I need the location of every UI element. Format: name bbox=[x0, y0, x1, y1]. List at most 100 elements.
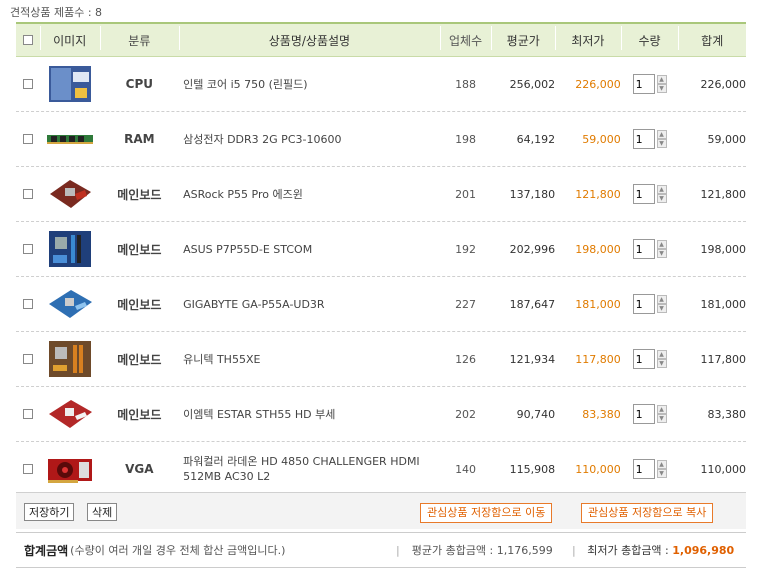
quantity-down-icon[interactable]: ▼ bbox=[656, 249, 667, 258]
row-min-price: 59,000 bbox=[582, 132, 621, 146]
row-product-name[interactable]: 이엠텍 ESTAR STH55 HD 부세 bbox=[179, 407, 440, 422]
row-vendor-count: 140 bbox=[455, 462, 477, 476]
row-product-name[interactable]: 유니텍 TH55XE bbox=[179, 352, 440, 367]
quantity-input[interactable] bbox=[632, 184, 655, 204]
product-image-cell bbox=[40, 119, 100, 159]
row-product-name[interactable]: 인텔 코어 i5 750 (린필드) bbox=[179, 77, 440, 92]
row-vendor-count: 202 bbox=[455, 407, 477, 421]
row-min-price: 117,800 bbox=[575, 352, 621, 366]
avg-total: 평균가 총합금액 : 1,176,599 bbox=[396, 542, 553, 558]
product-thumbnail[interactable] bbox=[45, 174, 95, 214]
totals-label: 합계금액 bbox=[24, 543, 69, 558]
row-checkbox[interactable] bbox=[22, 79, 33, 89]
product-thumbnail[interactable] bbox=[45, 339, 95, 379]
quantity-down-icon[interactable]: ▼ bbox=[656, 414, 667, 423]
row-select-cell bbox=[16, 134, 40, 144]
row-product-name[interactable]: 파워컬러 라데온 HD 4850 CHALLENGER HDMI 512MB A… bbox=[179, 454, 440, 484]
quantity-input[interactable] bbox=[632, 129, 655, 149]
quantity-down-icon[interactable]: ▼ bbox=[656, 194, 667, 203]
row-avg-price: 121,934 bbox=[509, 352, 556, 366]
product-count: 견적상품 제품수 : 8 bbox=[10, 6, 103, 19]
product-thumbnail[interactable] bbox=[45, 119, 95, 159]
table-row: VGA 파워컬러 라데온 HD 4850 CHALLENGER HDMI 512… bbox=[16, 442, 746, 497]
product-thumbnail[interactable] bbox=[45, 394, 95, 434]
quantity-up-icon[interactable]: ▲ bbox=[656, 130, 667, 139]
row-category: 메인보드 bbox=[117, 242, 162, 257]
row-min-price: 181,000 bbox=[575, 297, 621, 311]
row-category: 메인보드 bbox=[117, 297, 162, 312]
quantity-down-icon[interactable]: ▼ bbox=[656, 139, 667, 148]
row-checkbox[interactable] bbox=[22, 244, 33, 254]
table-row: RAM 삼성전자 DDR3 2G PC3-10600 198 64,192 59… bbox=[16, 112, 746, 167]
row-min-price: 226,000 bbox=[575, 77, 621, 91]
product-image-cell bbox=[40, 64, 100, 104]
row-quantity-cell: ▲▼ bbox=[621, 349, 679, 369]
row-product-name[interactable]: GIGABYTE GA-P55A-UD3R bbox=[179, 297, 440, 312]
row-product-name[interactable]: ASUS P7P55D-E STCOM bbox=[179, 242, 440, 257]
row-avg-price: 115,908 bbox=[509, 462, 556, 476]
quantity-input[interactable] bbox=[632, 74, 655, 94]
row-product-name[interactable]: ASRock P55 Pro 에즈윈 bbox=[179, 187, 440, 202]
product-thumbnail[interactable] bbox=[45, 449, 95, 489]
product-thumbnail[interactable] bbox=[45, 64, 95, 104]
quantity-down-icon[interactable]: ▼ bbox=[656, 304, 667, 313]
row-category: 메인보드 bbox=[117, 352, 162, 367]
row-select-cell bbox=[16, 299, 40, 309]
select-all-cell bbox=[16, 35, 40, 45]
row-total: 121,800 bbox=[700, 187, 747, 201]
product-thumbnail[interactable] bbox=[45, 229, 95, 269]
quantity-up-icon[interactable]: ▲ bbox=[656, 185, 667, 194]
col-image: 이미지 bbox=[39, 25, 100, 50]
quantity-input[interactable] bbox=[632, 459, 655, 479]
quantity-stepper: ▲▼ bbox=[632, 404, 667, 424]
quantity-input[interactable] bbox=[632, 404, 655, 424]
row-checkbox[interactable] bbox=[22, 354, 33, 364]
col-name: 상품명/상품설명 bbox=[179, 25, 440, 50]
col-qty: 수량 bbox=[620, 25, 679, 50]
save-button[interactable]: 저장하기 bbox=[24, 503, 75, 521]
row-vendor-count: 227 bbox=[455, 297, 477, 311]
row-avg-price: 187,647 bbox=[509, 297, 556, 311]
row-vendor-count: 201 bbox=[455, 187, 477, 201]
row-avg-price: 64,192 bbox=[516, 132, 556, 146]
select-all-checkbox[interactable] bbox=[22, 35, 33, 45]
row-select-cell bbox=[16, 189, 40, 199]
quantity-down-icon[interactable]: ▼ bbox=[656, 84, 667, 93]
quantity-up-icon[interactable]: ▲ bbox=[656, 75, 667, 84]
row-checkbox[interactable] bbox=[22, 299, 33, 309]
quantity-stepper: ▲▼ bbox=[632, 184, 667, 204]
quantity-stepper: ▲▼ bbox=[632, 129, 667, 149]
row-total: 83,380 bbox=[707, 407, 747, 421]
row-checkbox[interactable] bbox=[22, 464, 33, 474]
row-avg-price: 90,740 bbox=[516, 407, 556, 421]
table-row: 메인보드 유니텍 TH55XE 126 121,934 117,800 ▲▼ 1… bbox=[16, 332, 746, 387]
quantity-down-icon[interactable]: ▼ bbox=[656, 469, 667, 478]
copy-to-wishlist-button[interactable]: 관심상품 저장함으로 복사 bbox=[581, 503, 714, 523]
quantity-input[interactable] bbox=[632, 239, 655, 259]
quantity-up-icon[interactable]: ▲ bbox=[656, 295, 667, 304]
quantity-input[interactable] bbox=[632, 294, 655, 314]
quantity-input[interactable] bbox=[632, 349, 655, 369]
row-select-cell bbox=[16, 464, 40, 474]
row-category: VGA bbox=[125, 462, 154, 476]
col-sum: 합계 bbox=[678, 25, 746, 50]
delete-button[interactable]: 삭제 bbox=[87, 503, 118, 521]
row-quantity-cell: ▲▼ bbox=[621, 129, 679, 149]
quantity-down-icon[interactable]: ▼ bbox=[656, 359, 667, 368]
row-product-name[interactable]: 삼성전자 DDR3 2G PC3-10600 bbox=[179, 132, 440, 147]
totals-bar: 합계금액 (수량이 여러 개일 경우 전체 합산 금액입니다.) 평균가 총합금… bbox=[16, 532, 746, 568]
row-checkbox[interactable] bbox=[22, 409, 33, 419]
row-checkbox[interactable] bbox=[22, 189, 33, 199]
quantity-up-icon[interactable]: ▲ bbox=[656, 350, 667, 359]
product-image-cell bbox=[40, 394, 100, 434]
row-checkbox[interactable] bbox=[22, 134, 33, 144]
product-thumbnail[interactable] bbox=[45, 284, 95, 324]
row-quantity-cell: ▲▼ bbox=[621, 404, 679, 424]
quantity-up-icon[interactable]: ▲ bbox=[656, 405, 667, 414]
totals-note: (수량이 여러 개일 경우 전체 합산 금액입니다.) bbox=[70, 544, 286, 557]
row-total: 198,000 bbox=[700, 242, 747, 256]
quantity-up-icon[interactable]: ▲ bbox=[656, 240, 667, 249]
move-to-wishlist-button[interactable]: 관심상품 저장함으로 이동 bbox=[420, 503, 553, 523]
quantity-up-icon[interactable]: ▲ bbox=[656, 460, 667, 469]
row-select-cell bbox=[16, 79, 40, 89]
